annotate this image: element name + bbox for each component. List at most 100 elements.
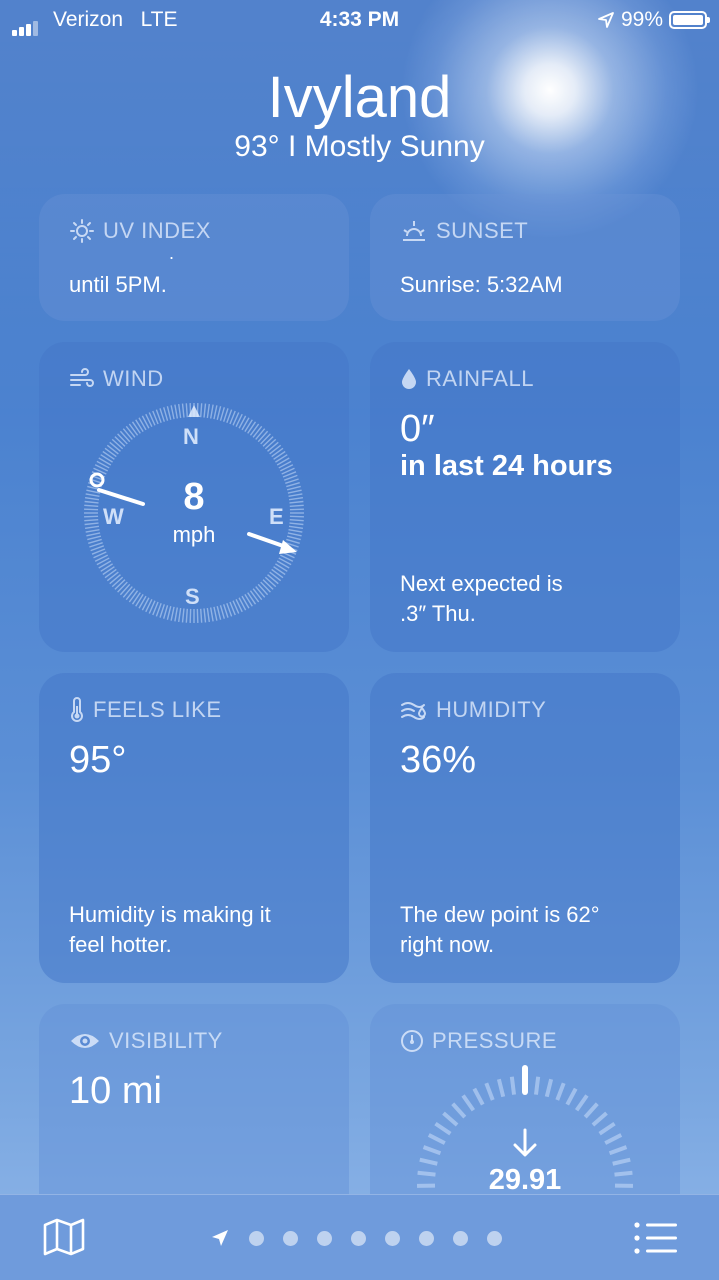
page-dot[interactable]: [385, 1231, 400, 1246]
compass-tick: [256, 429, 265, 440]
page-indicator[interactable]: [210, 1228, 502, 1248]
eye-icon: [69, 1031, 101, 1051]
page-dot[interactable]: [351, 1231, 366, 1246]
battery-percent: 99%: [621, 8, 663, 32]
compass-tick: [105, 569, 116, 577]
pressure-tick: [463, 1096, 473, 1111]
rainfall-title: RAINFALL: [426, 366, 534, 392]
uv-index-dot: .: [169, 238, 174, 268]
page-dot[interactable]: [283, 1231, 298, 1246]
page-dot[interactable]: [419, 1231, 434, 1246]
compass-tick: [118, 582, 128, 592]
pressure-tick: [512, 1077, 514, 1095]
compass-tick: [115, 580, 125, 590]
pressure-tick: [610, 1147, 627, 1153]
battery-icon: [669, 11, 707, 29]
compass-tick: [265, 577, 275, 586]
rainfall-period: in last 24 hours: [400, 450, 613, 483]
raindrop-icon: [400, 367, 418, 391]
humidity-icon: [400, 699, 428, 721]
compass-tick: [110, 575, 121, 584]
compass-tick: [268, 575, 279, 584]
page-dot[interactable]: [453, 1231, 468, 1246]
wind-speed: 8: [39, 476, 349, 519]
pressure-tick: [585, 1104, 597, 1117]
compass-tick: [265, 439, 275, 448]
compass-tick: [136, 594, 143, 606]
status-right: 99%: [597, 8, 707, 32]
compass-tick: [270, 445, 281, 454]
compass-tick: [103, 451, 115, 459]
compass-s: S: [185, 584, 200, 610]
compass-tick: [263, 580, 273, 590]
compass-tick: [103, 567, 115, 575]
city-name: Ivyland: [0, 64, 719, 131]
compass-tick: [164, 605, 168, 618]
pressure-tick: [600, 1124, 615, 1134]
pressure-tick: [557, 1083, 563, 1100]
wind-card[interactable]: WIND N S E W 8 mph: [39, 342, 349, 652]
compass-n: N: [183, 424, 199, 450]
location-services-icon: [597, 11, 615, 29]
map-icon[interactable]: [42, 1217, 86, 1257]
feels-like-title: FEELS LIKE: [93, 697, 222, 723]
compass-tick: [183, 404, 184, 418]
compass-tick: [248, 593, 256, 605]
location-arrow-icon[interactable]: [210, 1228, 230, 1248]
compass-tick: [263, 437, 273, 447]
sunset-card[interactable]: SUNSET Sunrise: 5:32AM: [370, 194, 680, 321]
sun-icon: [69, 218, 95, 244]
compass-tick: [120, 584, 129, 594]
pressure-tick: [443, 1113, 457, 1125]
compass-tick: [179, 608, 181, 622]
compass-tick: [261, 582, 271, 592]
compass-tick: [217, 406, 220, 420]
pressure-tick: [435, 1124, 450, 1134]
compass-tick: [112, 577, 122, 586]
compass-tick: [217, 606, 220, 620]
feels-like-card[interactable]: FEELS LIKE 95° Humidity is making it fee…: [39, 673, 349, 983]
compass-tick: [268, 442, 279, 451]
humidity-title: HUMIDITY: [436, 697, 546, 723]
compass-tick: [120, 431, 129, 441]
uv-index-card[interactable]: UV INDEX . until 5PM.: [39, 194, 349, 321]
pressure-tick: [536, 1077, 538, 1095]
pressure-tick: [567, 1089, 575, 1105]
compass-tick: [275, 564, 287, 571]
visibility-value: 10 mi: [69, 1070, 162, 1113]
compass-tick: [126, 426, 135, 437]
feels-like-value: 95°: [69, 739, 126, 782]
rainfall-card[interactable]: RAINFALL 0″ in last 24 hours Next expect…: [370, 342, 680, 652]
humidity-card[interactable]: HUMIDITY 36% The dew point is 62° right …: [370, 673, 680, 983]
compass-tick: [204, 608, 205, 622]
page-dot[interactable]: [249, 1231, 264, 1246]
pressure-tick: [453, 1104, 465, 1117]
compass-tick: [171, 405, 174, 419]
compass-tick: [107, 445, 118, 454]
compass-tick: [110, 442, 121, 451]
compass-tick: [123, 587, 132, 598]
rainfall-note-line2: .3″ Thu.: [400, 599, 476, 629]
compass-tick: [272, 448, 283, 456]
sunset-title: SUNSET: [436, 218, 528, 244]
pressure-tick: [474, 1089, 482, 1105]
page-dot[interactable]: [487, 1231, 502, 1246]
sunset-icon: [400, 219, 428, 243]
pressure-tick: [486, 1083, 492, 1100]
compass-tick: [186, 609, 187, 623]
compass-tick: [253, 589, 262, 600]
humidity-note-line1: The dew point is 62°: [400, 900, 600, 930]
compass-tick: [272, 569, 283, 577]
compass-tick: [270, 572, 281, 581]
compass-tick: [167, 406, 170, 420]
compass-tick: [186, 403, 187, 417]
current-conditions: 93° I Mostly Sunny: [0, 130, 719, 164]
page-dot[interactable]: [317, 1231, 332, 1246]
compass-tick: [112, 439, 122, 448]
compass-tick: [245, 594, 252, 606]
pressure-value: 29.91: [370, 1164, 680, 1197]
visibility-title: VISIBILITY: [109, 1028, 223, 1054]
compass-tick: [220, 407, 224, 420]
list-icon[interactable]: [633, 1221, 679, 1255]
compass-tick: [164, 407, 168, 420]
